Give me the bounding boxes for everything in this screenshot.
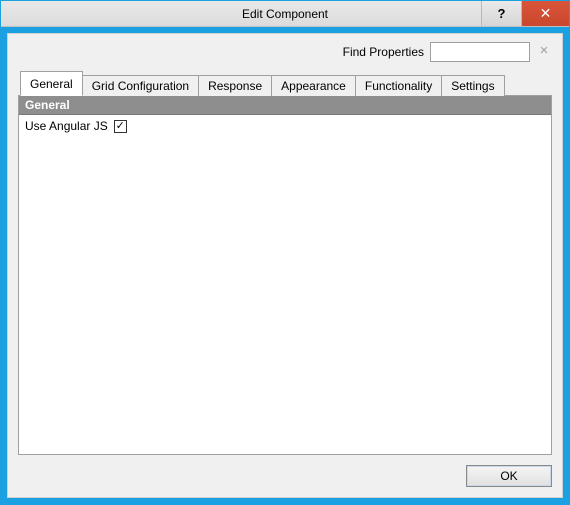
ok-button[interactable]: OK xyxy=(466,465,552,487)
close-button[interactable]: ✕ xyxy=(521,1,569,26)
tab-bar: General Grid Configuration Response Appe… xyxy=(18,70,552,95)
use-angular-checkbox[interactable]: ✓ xyxy=(114,120,127,133)
use-angular-label: Use Angular JS xyxy=(25,119,108,133)
tab-functionality[interactable]: Functionality xyxy=(355,75,442,96)
dialog-window: Edit Component ? ✕ Find Properties × Gen… xyxy=(0,0,570,505)
close-icon: ✕ xyxy=(540,5,552,22)
button-row: OK xyxy=(18,455,552,487)
find-clear-icon[interactable]: × xyxy=(536,44,552,60)
find-row: Find Properties × xyxy=(18,42,552,62)
tab-panel-general: General Use Angular JS ✓ xyxy=(18,95,552,455)
tab-settings[interactable]: Settings xyxy=(441,75,504,96)
titlebar: Edit Component ? ✕ xyxy=(1,1,569,27)
tab-response[interactable]: Response xyxy=(198,75,272,96)
title-buttons: ? ✕ xyxy=(481,1,569,26)
help-icon: ? xyxy=(498,6,506,21)
dialog-body: Find Properties × General Grid Configura… xyxy=(7,33,563,498)
help-button[interactable]: ? xyxy=(481,1,521,26)
tab-general[interactable]: General xyxy=(20,71,83,96)
find-label: Find Properties xyxy=(343,45,424,59)
find-input[interactable] xyxy=(430,42,530,62)
tab-appearance[interactable]: Appearance xyxy=(271,75,356,96)
row-use-angular: Use Angular JS ✓ xyxy=(19,115,551,137)
tab-grid-configuration[interactable]: Grid Configuration xyxy=(82,75,199,96)
ok-button-label: OK xyxy=(500,469,517,483)
section-header-general: General xyxy=(19,96,551,115)
